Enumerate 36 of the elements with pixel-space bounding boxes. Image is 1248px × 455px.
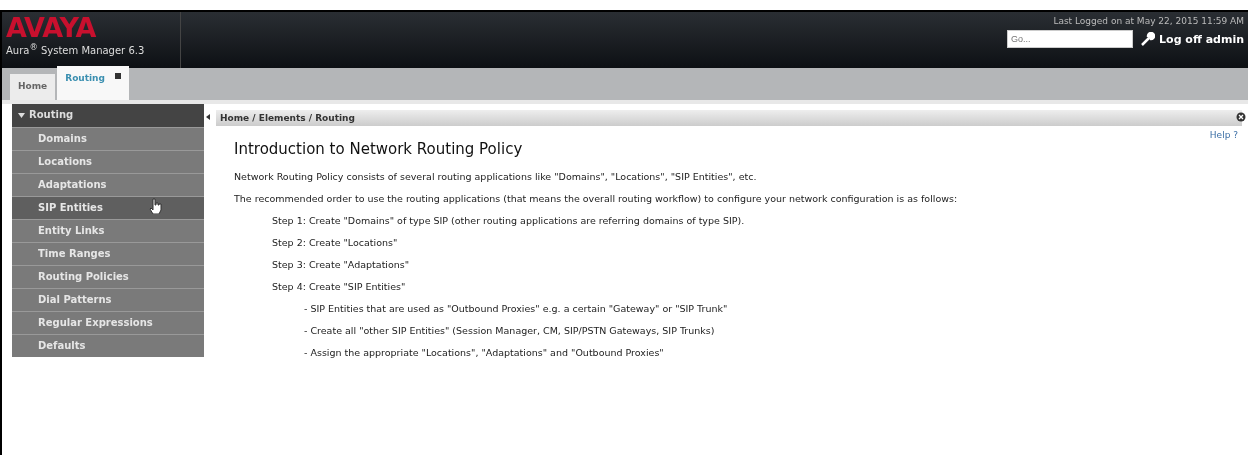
sidebar-item[interactable]: Defaults xyxy=(12,334,204,357)
sidebar-title: Routing xyxy=(29,109,74,122)
product-name: Aura$^{®}$ System Manager 6.3 xyxy=(6,42,146,57)
sidebar-item[interactable]: Locations xyxy=(12,150,204,173)
sidebar-item[interactable]: Regular Expressions xyxy=(12,311,204,334)
step-text: Step 3: Create "Adaptations" xyxy=(272,259,411,271)
sidebar-item[interactable]: SIP Entities xyxy=(12,196,204,219)
sidebar-item[interactable]: Time Ranges xyxy=(12,242,204,265)
breadcrumb: Home / Elements / Routing xyxy=(216,110,1242,126)
paragraph: Network Routing Policy consists of several routing applications like "Domains", "Locations", "SIP Entities", etc. xyxy=(234,171,758,183)
help-link[interactable]: Help ? xyxy=(216,130,1238,140)
hand-cursor-icon xyxy=(149,198,163,214)
close-icon[interactable] xyxy=(114,73,121,79)
close-icon[interactable] xyxy=(1236,112,1246,122)
page-title: Introduction to Network Routing Policy xyxy=(234,140,524,158)
tab[interactable]: Routing xyxy=(57,66,129,100)
tab[interactable]: Home xyxy=(10,74,56,100)
sub-step-text: - SIP Entities that are used as "Outbound Proxies" e.g. a certain "Gateway" or "SIP Trunk" xyxy=(304,303,729,315)
step-text: Step 4: Create "SIP Entities" xyxy=(272,281,407,293)
collapse-arrow-icon[interactable] xyxy=(206,114,210,120)
sidebar-item[interactable]: Dial Patterns xyxy=(12,288,204,311)
sidebar-item[interactable]: Entity Links xyxy=(12,219,204,242)
sidebar-header[interactable]: Routing xyxy=(12,104,204,127)
sub-step-text: - Assign the appropriate "Locations", "Adaptations" and "Outbound Proxies" xyxy=(304,347,665,359)
sidebar-item[interactable]: Domains xyxy=(12,127,204,150)
paragraph: The recommended order to use the routing applications (that means the overall routing workflow) to configure your network configuration is as follows: xyxy=(234,193,959,205)
last-logged-text: Last Logged on at May 22, 2015 11:59 AM xyxy=(1053,16,1244,26)
step-text: Step 2: Create "Locations" xyxy=(272,237,399,249)
log-off-link[interactable]: Log off admin xyxy=(1141,32,1244,46)
sidebar-item[interactable]: Routing Policies xyxy=(12,265,204,288)
sidebar-item[interactable]: Adaptations xyxy=(12,173,204,196)
logo: AVAYA xyxy=(6,14,97,42)
search-field[interactable]: Go... xyxy=(1007,30,1134,48)
step-text: Step 1: Create "Domains" of type SIP (other routing applications are referring domains of type SIP). xyxy=(272,215,746,227)
sub-step-text: - Create all "other SIP Entities" (Session Manager, CM, SIP/PSTN Gateways, SIP Trunks) xyxy=(304,325,716,337)
caret-icon xyxy=(18,112,25,119)
